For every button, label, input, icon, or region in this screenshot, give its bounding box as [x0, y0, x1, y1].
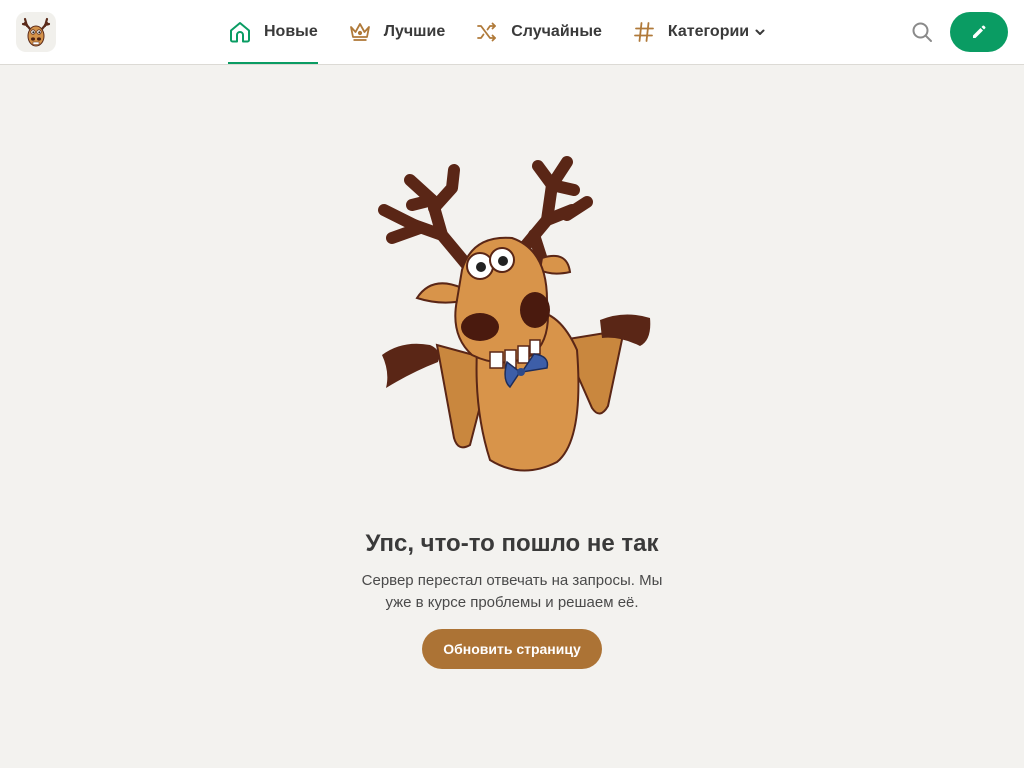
nav-categories-label: Категории	[667, 23, 750, 40]
nav-categories[interactable]: Категории	[632, 0, 766, 64]
write-post-button[interactable]	[950, 12, 1008, 52]
main-nav: Новые Лучшие Случайные Категории	[228, 0, 796, 64]
nav-best[interactable]: Лучшие	[348, 0, 445, 64]
crown-icon	[348, 20, 372, 44]
nav-new[interactable]: Новые	[228, 0, 318, 64]
nav-best-label: Лучшие	[383, 23, 446, 40]
nav-random-label: Случайные	[511, 23, 602, 40]
pencil-icon	[973, 25, 986, 38]
shrugging-moose-illustration	[362, 140, 662, 475]
error-description: Сервер перестал отвечать на запросы. Мы …	[361, 572, 663, 611]
nav-random[interactable]: Случайные	[475, 0, 602, 64]
hash-icon	[632, 20, 656, 44]
search-button[interactable]	[908, 18, 936, 46]
error-title: Упс, что-то пошло не так	[365, 530, 659, 557]
search-icon	[912, 22, 932, 42]
chevron-down-icon	[754, 26, 766, 38]
reload-page-button[interactable]: Обновить страницу	[422, 629, 602, 669]
top-bar: Новые Лучшие Случайные Категории	[0, 0, 1024, 65]
nav-new-label: Новые	[264, 23, 318, 40]
home-icon	[228, 20, 252, 44]
moose-logo-icon[interactable]	[16, 12, 56, 52]
shuffle-icon	[475, 20, 499, 44]
